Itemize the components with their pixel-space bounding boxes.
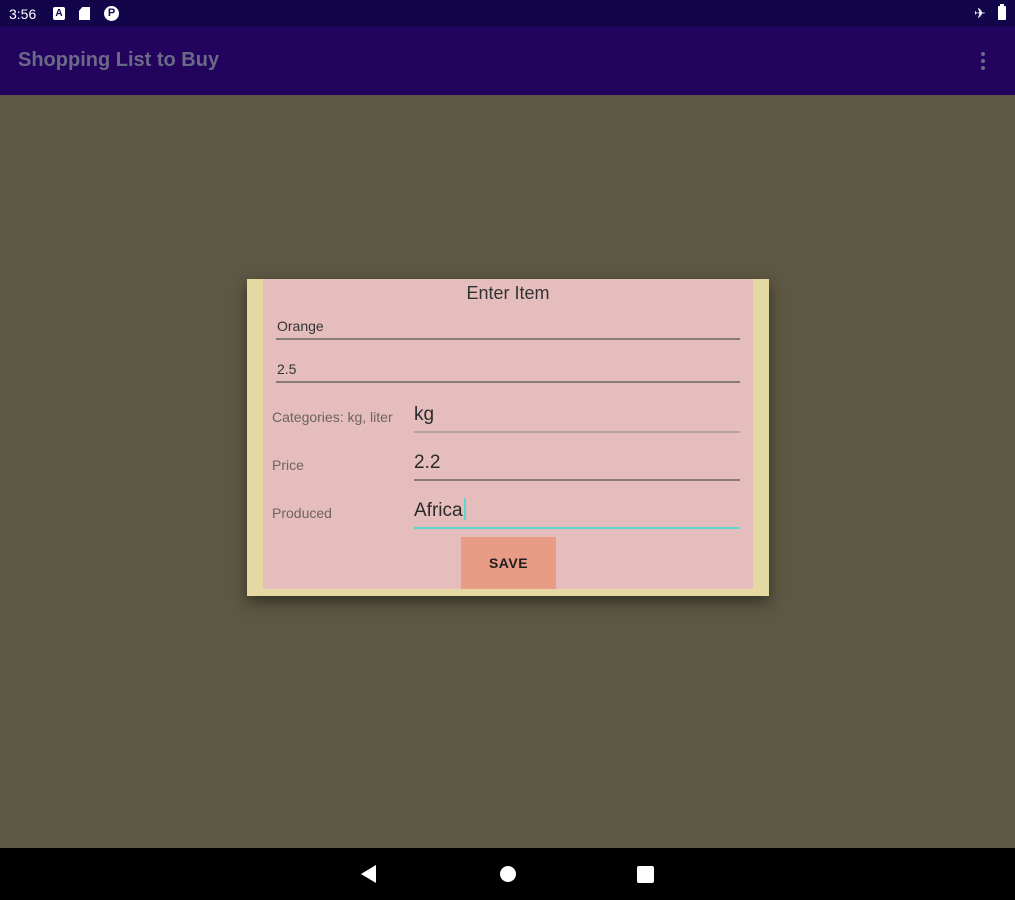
price-field[interactable]: 2.2 — [414, 449, 740, 481]
a-icon: A — [53, 7, 65, 20]
enter-item-dialog: Enter Item Orange 2.5 Categories: kg, li… — [247, 279, 769, 596]
battery-icon — [998, 4, 1006, 20]
recents-icon[interactable] — [637, 866, 654, 883]
airplane-icon: ✈ — [974, 5, 986, 21]
app-bar: Shopping List to Buy — [0, 27, 1015, 95]
produced-label: Produced — [272, 505, 332, 521]
unit-field[interactable]: kg — [414, 401, 740, 433]
save-button[interactable]: SAVE — [461, 537, 556, 589]
p-icon: P — [104, 6, 119, 21]
app-title: Shopping List to Buy — [18, 49, 220, 71]
price-label: Price — [272, 457, 304, 473]
unit-label: Categories: kg, liter — [272, 409, 393, 425]
dialog-body: Enter Item Orange 2.5 Categories: kg, li… — [263, 279, 753, 589]
dialog-title: Enter Item — [466, 283, 550, 303]
home-icon[interactable] — [500, 866, 516, 882]
overflow-menu-icon[interactable] — [972, 47, 994, 75]
produced-value: Africa — [414, 500, 463, 521]
item-name-field[interactable]: Orange — [276, 315, 740, 340]
sd-card-icon — [79, 7, 90, 20]
status-bar: 3:56 A P ✈ — [0, 0, 1015, 27]
produced-field[interactable]: Africa — [414, 497, 740, 529]
status-time: 3:56 — [9, 6, 37, 22]
back-icon[interactable] — [361, 865, 376, 883]
quantity-field[interactable]: 2.5 — [276, 358, 740, 383]
navigation-bar — [0, 848, 1015, 900]
text-cursor — [463, 498, 466, 520]
